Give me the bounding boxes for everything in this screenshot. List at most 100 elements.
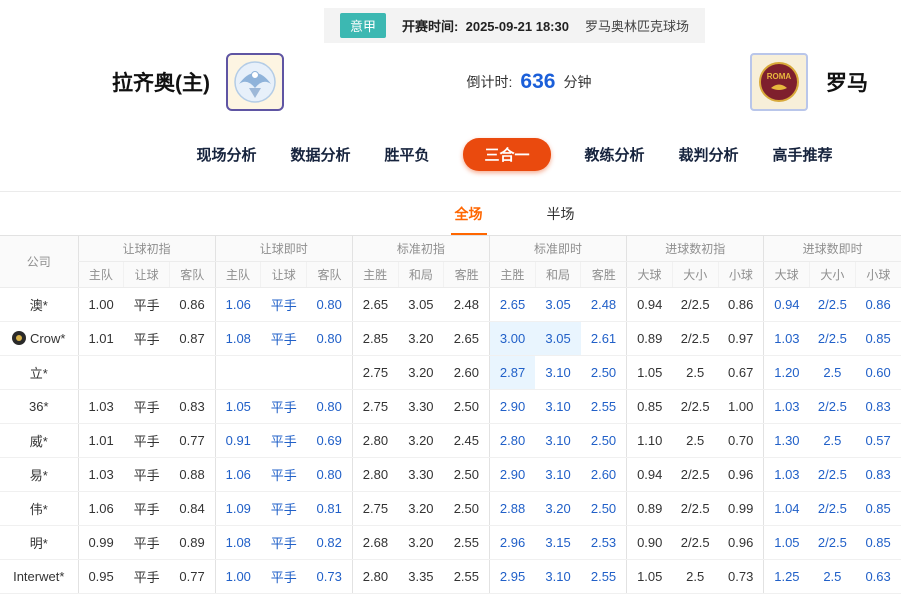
tab-win-draw-loss[interactable]: 胜平负 <box>384 144 429 165</box>
odds-cell: 2.88 <box>489 492 535 526</box>
odds-cell: 3.05 <box>535 288 581 322</box>
home-team-logo <box>226 53 284 111</box>
odds-cell: 1.05 <box>627 356 673 390</box>
odds-cell: 1.06 <box>78 492 124 526</box>
company-cell[interactable]: Crow* <box>0 322 78 356</box>
odds-cell: 0.91 <box>215 424 261 458</box>
odds-cell: 2.85 <box>352 322 398 356</box>
odds-cell: 2.65 <box>444 322 490 356</box>
odds-cell: 0.85 <box>855 526 901 560</box>
odds-cell: 2.65 <box>489 288 535 322</box>
odds-cell: 3.20 <box>535 492 581 526</box>
odds-cell: 2.80 <box>489 424 535 458</box>
odds-cell: 1.08 <box>215 526 261 560</box>
company-name: Interwet* <box>13 569 64 584</box>
odds-cell: 2/2.5 <box>810 526 856 560</box>
sub-header: 大小 <box>810 262 856 288</box>
sub-header: 和局 <box>398 262 444 288</box>
odds-cell: 2.50 <box>444 390 490 424</box>
home-team-block: 拉齐奥(主) <box>112 53 284 111</box>
odds-cell: 2.53 <box>581 526 627 560</box>
company-name: 易* <box>30 468 48 483</box>
odds-cell: 0.81 <box>307 492 353 526</box>
sub-header: 让球 <box>124 262 170 288</box>
sub-header: 大小 <box>672 262 718 288</box>
company-cell[interactable]: Interwet* <box>0 560 78 594</box>
odds-cell: 2.65 <box>352 288 398 322</box>
sub-header: 客胜 <box>581 262 627 288</box>
odds-cell <box>169 356 215 390</box>
odds-cell: 2.55 <box>581 390 627 424</box>
odds-cell: 平手 <box>261 288 307 322</box>
company-cell[interactable]: 威* <box>0 424 78 458</box>
odds-cell: 3.30 <box>398 458 444 492</box>
odds-cell: 0.69 <box>307 424 353 458</box>
league-badge[interactable]: 意甲 <box>340 13 386 38</box>
odds-cell: 3.05 <box>535 322 581 356</box>
table-row: 威*1.01平手0.770.91平手0.692.803.202.452.803.… <box>0 424 901 458</box>
odds-cell: 1.00 <box>215 560 261 594</box>
company-cell[interactable]: 立* <box>0 356 78 390</box>
odds-cell: 3.35 <box>398 560 444 594</box>
odds-cell: 1.03 <box>78 458 124 492</box>
tab-live-analysis[interactable]: 现场分析 <box>196 144 256 165</box>
sub-header: 小球 <box>718 262 764 288</box>
odds-cell: 2.55 <box>444 560 490 594</box>
odds-cell: 0.87 <box>169 322 215 356</box>
company-cell[interactable]: 36* <box>0 390 78 424</box>
table-row: 易*1.03平手0.881.06平手0.802.803.302.502.903.… <box>0 458 901 492</box>
tab-referee-analysis[interactable]: 裁判分析 <box>679 144 739 165</box>
odds-cell: 平手 <box>124 322 170 356</box>
company-cell[interactable]: 澳* <box>0 288 78 322</box>
countdown-value: 636 <box>520 70 555 94</box>
tab-expert-picks[interactable]: 高手推荐 <box>773 144 833 165</box>
odds-cell: 0.96 <box>718 458 764 492</box>
odds-cell <box>307 356 353 390</box>
roma-crest-icon: ROMA <box>758 61 800 103</box>
away-team-logo: ROMA <box>750 53 808 111</box>
tab-coach-analysis[interactable]: 教练分析 <box>585 144 645 165</box>
odds-cell: 3.20 <box>398 356 444 390</box>
odds-cell: 3.20 <box>398 526 444 560</box>
odds-cell: 2.61 <box>581 322 627 356</box>
odds-cell: 3.10 <box>535 458 581 492</box>
odds-cell: 0.77 <box>169 424 215 458</box>
odds-cell: 2.50 <box>444 492 490 526</box>
crow-company-icon <box>12 331 26 345</box>
odds-cell: 3.20 <box>398 322 444 356</box>
odds-cell: 3.10 <box>535 356 581 390</box>
odds-cell <box>215 356 261 390</box>
odds-cell: 0.80 <box>307 390 353 424</box>
odds-cell: 2.95 <box>489 560 535 594</box>
odds-cell: 0.89 <box>627 322 673 356</box>
subtab-half-match[interactable]: 半场 <box>543 204 579 235</box>
odds-cell: 0.97 <box>718 322 764 356</box>
odds-cell: 0.84 <box>169 492 215 526</box>
company-cell[interactable]: 伟* <box>0 492 78 526</box>
company-cell[interactable]: 易* <box>0 458 78 492</box>
odds-cell: 1.06 <box>215 288 261 322</box>
tab-three-in-one[interactable]: 三合一 <box>463 138 550 171</box>
subtab-full-match[interactable]: 全场 <box>451 204 487 235</box>
group-header: 进球数即时 <box>764 236 901 262</box>
countdown-unit: 分钟 <box>563 72 591 92</box>
countdown: 倒计时: 636 分钟 <box>467 70 592 94</box>
sub-header: 主队 <box>215 262 261 288</box>
odds-cell: 0.83 <box>855 390 901 424</box>
tab-data-analysis[interactable]: 数据分析 <box>290 144 350 165</box>
odds-cell: 0.85 <box>855 492 901 526</box>
odds-cell: 平手 <box>261 458 307 492</box>
home-team-name: 拉齐奥(主) <box>112 67 210 97</box>
odds-cell: 0.94 <box>627 458 673 492</box>
odds-cell: 2.50 <box>581 424 627 458</box>
odds-cell: 平手 <box>124 560 170 594</box>
odds-cell: 2.5 <box>810 560 856 594</box>
company-name: 澳* <box>30 298 48 313</box>
company-cell[interactable]: 明* <box>0 526 78 560</box>
odds-cell: 2/2.5 <box>672 492 718 526</box>
odds-cell: 平手 <box>124 526 170 560</box>
odds-cell: 3.20 <box>398 492 444 526</box>
odds-cell: 1.06 <box>215 458 261 492</box>
odds-cell: 2.55 <box>444 526 490 560</box>
odds-cell: 0.83 <box>169 390 215 424</box>
